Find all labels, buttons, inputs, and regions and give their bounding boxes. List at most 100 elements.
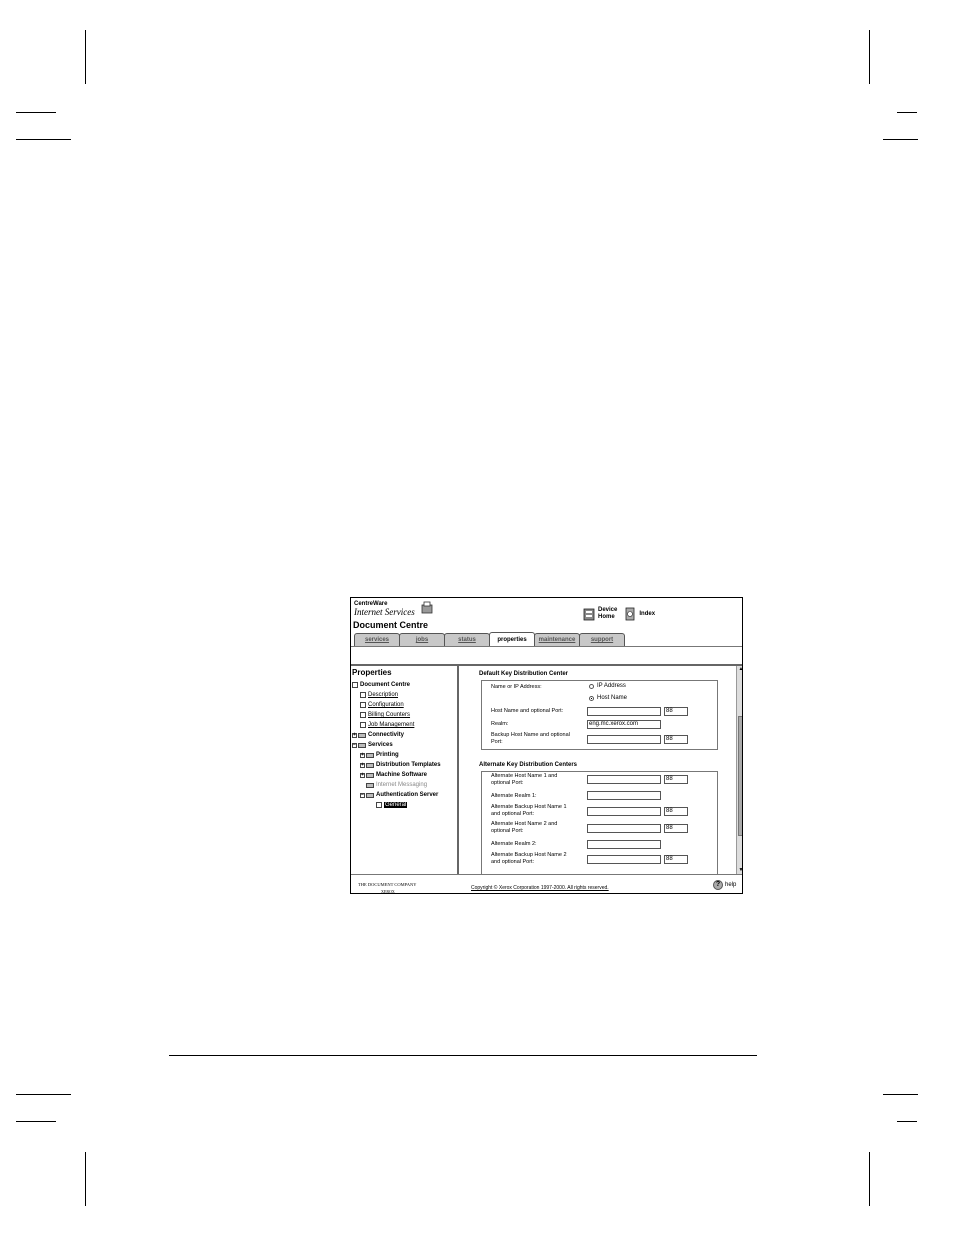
- expand-plus-icon[interactable]: +: [360, 752, 365, 758]
- page-footer: THE DOCUMENT COMPANY XEROX Copyright © X…: [351, 874, 742, 893]
- tab-underline: [351, 646, 742, 647]
- expand-plus-icon[interactable]: +: [360, 762, 365, 768]
- host-name-input[interactable]: [587, 707, 661, 716]
- tab-support[interactable]: support: [579, 633, 625, 646]
- top-nav: Device Home Index: [583, 604, 655, 624]
- host-port-input[interactable]: 88: [664, 707, 688, 716]
- tree-item-machine-software[interactable]: + Machine Software: [360, 772, 427, 778]
- sidebar-title: Properties: [352, 668, 392, 677]
- brand-internet-services: Internet Services: [354, 607, 415, 617]
- expand-plus-icon[interactable]: +: [360, 772, 365, 778]
- crop-mark: [16, 1121, 56, 1122]
- crop-mark: [869, 1152, 870, 1206]
- crop-mark: [85, 30, 86, 84]
- alt-kdc-title: Alternate Key Distribution Centers: [479, 762, 578, 768]
- folder-icon: [366, 782, 374, 788]
- radio-button[interactable]: [589, 683, 594, 689]
- tab-maintenance[interactable]: maintenance: [534, 633, 580, 646]
- name-or-ip-label: Name or IP Address:: [491, 684, 542, 690]
- device-home-icon[interactable]: [583, 606, 595, 622]
- crop-mark: [897, 112, 917, 113]
- tree-item-configuration[interactable]: Configuration: [360, 702, 404, 708]
- alt-host-1-input[interactable]: [587, 775, 661, 784]
- help-button[interactable]: ? help: [713, 880, 736, 890]
- folder-icon: [366, 772, 374, 778]
- alt-backup-1-input[interactable]: [587, 807, 661, 816]
- alt-realm-1-label: Alternate Realm 1:: [491, 793, 537, 799]
- radio-ip-address[interactable]: IP Address: [589, 683, 626, 689]
- tree-item-distribution-templates[interactable]: + Distribution Templates: [360, 762, 441, 768]
- alt-backup-2-label: Alternate Backup Host Name 2 and optiona…: [491, 852, 567, 865]
- radio-button-selected[interactable]: [589, 695, 594, 701]
- alt-realm-1-input[interactable]: [587, 791, 661, 800]
- tab-jobs[interactable]: jobs: [399, 633, 445, 646]
- printer-logo-icon: [421, 601, 433, 614]
- backup-host-input[interactable]: [587, 735, 661, 744]
- printer-icon: [352, 682, 358, 688]
- alt-host-2-port[interactable]: 88: [664, 824, 688, 833]
- properties-sidebar: Properties Document Centre Description C…: [351, 666, 457, 874]
- document-icon: [360, 692, 366, 698]
- crop-mark: [883, 1094, 918, 1095]
- tab-services[interactable]: services: [354, 633, 400, 646]
- alt-backup-2-port[interactable]: 88: [664, 855, 688, 864]
- backup-host-label: Backup Host Name and optional Port:: [491, 732, 570, 745]
- crop-mark: [897, 1121, 917, 1122]
- radio-host-name[interactable]: Host Name: [589, 695, 627, 701]
- scroll-up-icon[interactable]: ▲: [737, 666, 742, 673]
- index-icon[interactable]: [624, 606, 636, 622]
- scroll-down-icon[interactable]: ▼: [737, 867, 742, 874]
- alt-host-1-port[interactable]: 88: [664, 775, 688, 784]
- tree-item-authentication-server[interactable]: − Authentication Server: [360, 792, 438, 798]
- alt-host-1-label: Alternate Host Name 1 and optional Port:: [491, 773, 558, 786]
- tree-item-billing-counters[interactable]: Billing Counters: [360, 712, 410, 718]
- tree-item-printing[interactable]: + Printing: [360, 752, 399, 758]
- company-tagline: THE DOCUMENT COMPANY: [358, 882, 417, 887]
- tree-item-general[interactable]: General: [376, 802, 408, 808]
- host-name-label: Host Name and optional Port:: [491, 708, 564, 714]
- document-icon: [360, 722, 366, 728]
- document-icon: [360, 702, 366, 708]
- index-link[interactable]: Index: [639, 611, 655, 618]
- tab-bar: services jobs status properties maintena…: [354, 632, 625, 646]
- authentication-form: Default Key Distribution Center Name or …: [459, 666, 735, 874]
- realm-input[interactable]: eng.mc.xerox.com: [587, 720, 661, 729]
- tree-item-document-centre[interactable]: Document Centre: [352, 682, 410, 688]
- tree-item-connectivity[interactable]: + Connectivity: [352, 732, 404, 738]
- folder-icon: [358, 732, 366, 738]
- alt-backup-1-label: Alternate Backup Host Name 1 and optiona…: [491, 804, 567, 817]
- vertical-scrollbar[interactable]: ▲ ▼: [736, 666, 742, 874]
- page-footer-rule: [169, 1055, 757, 1056]
- tree-item-description[interactable]: Description: [360, 692, 398, 698]
- tree-item-internet-messaging[interactable]: Internet Messaging: [366, 782, 427, 788]
- copyright-link[interactable]: Copyright © Xerox Corporation 1997-2000.…: [471, 885, 609, 891]
- folder-icon: [358, 742, 366, 748]
- alt-host-2-input[interactable]: [587, 824, 661, 833]
- default-kdc-title: Default Key Distribution Center: [479, 671, 569, 677]
- alt-backup-1-port[interactable]: 88: [664, 807, 688, 816]
- alt-backup-2-input[interactable]: [587, 855, 661, 864]
- folder-icon: [366, 762, 374, 768]
- backup-port-input[interactable]: 88: [664, 735, 688, 744]
- tab-status[interactable]: status: [444, 633, 490, 646]
- scroll-thumb[interactable]: [738, 716, 742, 836]
- crop-mark: [85, 1152, 86, 1206]
- crop-mark: [869, 30, 870, 84]
- device-home-link[interactable]: Device Home: [598, 607, 617, 621]
- tree-item-job-management[interactable]: Job Management: [360, 722, 414, 728]
- alt-realm-2-input[interactable]: [587, 840, 661, 849]
- document-icon: [376, 802, 382, 808]
- crop-mark: [16, 1094, 71, 1095]
- crop-mark: [16, 139, 71, 140]
- expand-plus-icon[interactable]: +: [352, 732, 357, 738]
- collapse-minus-icon[interactable]: −: [360, 792, 365, 798]
- folder-icon: [366, 752, 374, 758]
- document-icon: [360, 712, 366, 718]
- device-title: Document Centre: [353, 620, 429, 630]
- tab-properties[interactable]: properties: [489, 632, 535, 646]
- alt-host-2-label: Alternate Host Name 2 and optional Port:: [491, 821, 558, 834]
- crop-mark: [16, 112, 56, 113]
- browser-screenshot: CentreWare Internet Services Document Ce…: [350, 597, 743, 894]
- collapse-minus-icon[interactable]: −: [352, 742, 357, 748]
- tree-item-services[interactable]: − Services: [352, 742, 393, 748]
